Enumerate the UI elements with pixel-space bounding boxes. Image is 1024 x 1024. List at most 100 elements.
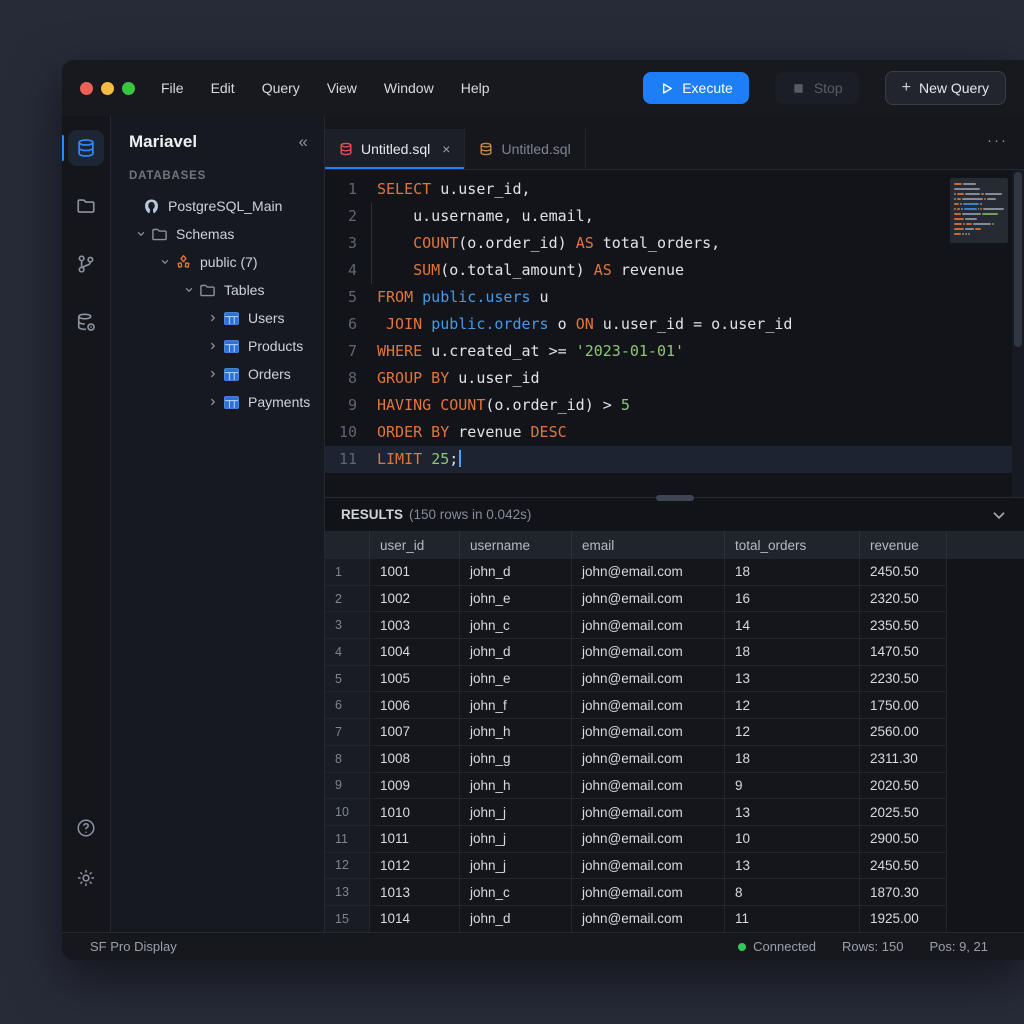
cell-total_orders[interactable]: 13 [725,666,860,693]
cell-total_orders[interactable]: 13 [725,799,860,826]
chevron-down-icon[interactable] [181,285,197,295]
zoom-window-button[interactable] [122,82,135,95]
close-tab-icon[interactable]: × [442,141,450,157]
cell-username[interactable]: john_e [460,586,572,613]
minimize-window-button[interactable] [101,82,114,95]
rail-help-button[interactable] [68,810,104,846]
cell-total_orders[interactable]: 8 [725,879,860,906]
cell-user_id[interactable]: 1010 [370,799,460,826]
chevron-right-icon[interactable] [205,313,221,323]
cell-user_id[interactable]: 1003 [370,612,460,639]
cell-username[interactable]: john_d [460,559,572,586]
chevron-right-icon[interactable] [205,369,221,379]
cell-total_orders[interactable]: 18 [725,639,860,666]
tree-item-public-7[interactable]: public (7) [123,248,312,276]
tab-1-active[interactable]: Untitled.sql× [325,129,465,169]
cell-email[interactable]: john@email.com [572,853,725,880]
cell-user_id[interactable]: 1014 [370,906,460,932]
cell-email[interactable]: john@email.com [572,666,725,693]
table-row[interactable]: 121012john_jjohn@email.com132450.50 [325,853,1024,880]
cell-revenue[interactable]: 2025.50 [860,799,947,826]
menu-item-window[interactable]: Window [384,80,434,96]
chevron-right-icon[interactable] [205,341,221,351]
rail-db-settings-button[interactable] [68,304,104,340]
cell-username[interactable]: john_h [460,719,572,746]
table-row[interactable]: 91009john_hjohn@email.com92020.50 [325,773,1024,800]
cell-total_orders[interactable]: 12 [725,692,860,719]
cell-user_id[interactable]: 1007 [370,719,460,746]
cell-username[interactable]: john_j [460,799,572,826]
cell-revenue[interactable]: 2020.50 [860,773,947,800]
cell-user_id[interactable]: 1009 [370,773,460,800]
tab-2[interactable]: Untitled.sql [465,129,585,169]
menu-item-edit[interactable]: Edit [211,80,235,96]
cell-revenue[interactable]: 2560.00 [860,719,947,746]
cell-revenue[interactable]: 1470.50 [860,639,947,666]
cell-user_id[interactable]: 1012 [370,853,460,880]
cell-total_orders[interactable]: 12 [725,719,860,746]
cell-username[interactable]: john_h [460,773,572,800]
cell-revenue[interactable]: 2450.50 [860,853,947,880]
table-row[interactable]: 41004john_djohn@email.com181470.50 [325,639,1024,666]
rail-connections-button[interactable] [68,246,104,282]
table-row[interactable]: 151014john_djohn@email.com111925.00 [325,906,1024,932]
code-line-8[interactable]: 8GROUP BY u.user_id [325,365,1024,392]
cell-email[interactable]: john@email.com [572,719,725,746]
tree-item-schemas[interactable]: Schemas [123,220,312,248]
chevron-right-icon[interactable] [205,397,221,407]
cell-total_orders[interactable]: 10 [725,826,860,853]
cell-email[interactable]: john@email.com [572,559,725,586]
execute-button[interactable]: Execute [643,72,749,104]
chevron-down-icon[interactable] [133,229,149,239]
menu-item-file[interactable]: File [161,80,184,96]
code-line-4[interactable]: 4 SUM(o.total_amount) AS revenue [325,257,1024,284]
cell-revenue[interactable]: 2350.50 [860,612,947,639]
cell-user_id[interactable]: 1001 [370,559,460,586]
code-line-5[interactable]: 5FROM public.users u [325,284,1024,311]
rail-files-button[interactable] [68,188,104,224]
close-window-button[interactable] [80,82,93,95]
chevron-down-icon[interactable] [990,506,1008,524]
cell-username[interactable]: john_j [460,853,572,880]
cell-revenue[interactable]: 2900.50 [860,826,947,853]
cell-user_id[interactable]: 1006 [370,692,460,719]
column-header-total_orders[interactable]: total_orders [725,531,860,559]
cell-revenue[interactable]: 2450.50 [860,559,947,586]
table-row[interactable]: 81008john_gjohn@email.com182311.30 [325,746,1024,773]
cell-email[interactable]: john@email.com [572,799,725,826]
column-header-username[interactable]: username [460,531,572,559]
menu-item-view[interactable]: View [327,80,357,96]
cell-total_orders[interactable]: 14 [725,612,860,639]
cell-email[interactable]: john@email.com [572,906,725,932]
cell-user_id[interactable]: 1002 [370,586,460,613]
cell-email[interactable]: john@email.com [572,586,725,613]
code-line-9[interactable]: 9HAVING COUNT(o.order_id) > 5 [325,392,1024,419]
editor-scrollbar-thumb[interactable] [1014,172,1022,347]
menu-item-query[interactable]: Query [262,80,300,96]
cell-email[interactable]: john@email.com [572,773,725,800]
tree-item-tables[interactable]: Tables [123,276,312,304]
cell-username[interactable]: john_f [460,692,572,719]
cell-username[interactable]: john_j [460,826,572,853]
cell-username[interactable]: john_c [460,612,572,639]
table-row[interactable]: 71007john_hjohn@email.com122560.00 [325,719,1024,746]
table-row[interactable]: 11001john_djohn@email.com182450.50 [325,559,1024,586]
cell-revenue[interactable]: 2311.30 [860,746,947,773]
chevron-down-icon[interactable] [157,257,173,267]
table-row[interactable]: 61006john_fjohn@email.com121750.00 [325,692,1024,719]
code-line-7[interactable]: 7WHERE u.created_at >= '2023-01-01' [325,338,1024,365]
rail-databases-button[interactable] [68,130,104,166]
cell-total_orders[interactable]: 16 [725,586,860,613]
code-line-1[interactable]: 1SELECT u.user_id, [325,176,1024,203]
cell-username[interactable]: john_e [460,666,572,693]
table-row[interactable]: 101010john_jjohn@email.com132025.50 [325,799,1024,826]
tab-overflow-icon[interactable]: ··· [987,132,1008,149]
code-line-11[interactable]: 11LIMIT 25; [325,446,1024,473]
cell-email[interactable]: john@email.com [572,879,725,906]
editor-scrollbar[interactable] [1012,170,1024,497]
cell-revenue[interactable]: 1925.00 [860,906,947,932]
table-row[interactable]: 111011john_jjohn@email.com102900.50 [325,826,1024,853]
tree-item-postgresql-main[interactable]: PostgreSQL_Main [123,192,312,220]
cell-user_id[interactable]: 1011 [370,826,460,853]
cell-email[interactable]: john@email.com [572,612,725,639]
